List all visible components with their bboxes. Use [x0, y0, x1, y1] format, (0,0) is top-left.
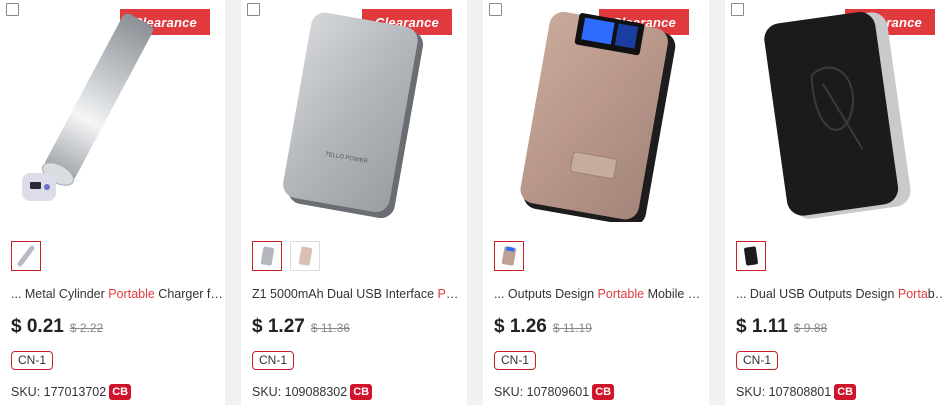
cb-badge: CB	[592, 384, 615, 400]
warehouse-tag: CN-1	[736, 351, 779, 370]
color-thumbnail[interactable]	[11, 241, 41, 271]
color-thumbnail[interactable]	[494, 241, 524, 271]
sku-text: SKU: 107809601	[494, 385, 590, 399]
product-card[interactable]: Clearance TELLO POWER Z1 5000mAh Dual US…	[241, 0, 467, 405]
color-thumbnail[interactable]	[252, 241, 282, 271]
sku-text: SKU: 109088302	[252, 385, 348, 399]
original-price: $ 2.22	[69, 321, 104, 335]
product-title[interactable]: ... Outputs Design Portable Mobile Power…	[494, 287, 706, 301]
product-image[interactable]	[0, 12, 225, 222]
product-card[interactable]: Clearance ... Dual USB Outputs Design Po…	[725, 0, 944, 405]
product-card[interactable]: Clearance ... Outputs Design Portable Mo…	[483, 0, 709, 405]
color-thumbnail[interactable]	[290, 241, 320, 271]
current-price: $ 1.11	[736, 316, 788, 337]
product-title[interactable]: ... Metal Cylinder Portable Charger for …	[11, 287, 223, 301]
sku-line: SKU: 109088302 CB	[252, 384, 373, 400]
product-image[interactable]	[483, 12, 709, 222]
sku-line: SKU: 107808801 CB	[736, 384, 857, 400]
current-price: $ 1.26	[494, 316, 547, 337]
product-image[interactable]: TELLO POWER	[241, 12, 467, 222]
sku-text: SKU: 107808801	[736, 385, 832, 399]
sku-line: SKU: 177013702 CB	[11, 384, 132, 400]
current-price: $ 0.21	[11, 316, 64, 337]
warehouse-tag: CN-1	[252, 351, 295, 370]
original-price: $ 11.36	[310, 321, 350, 335]
cb-badge: CB	[109, 384, 132, 400]
cb-badge: CB	[350, 384, 373, 400]
product-card[interactable]: Clearance ... Metal Cylinder Portable Ch…	[0, 0, 225, 405]
product-title[interactable]: Z1 5000mAh Dual USB Interface Portable P…	[252, 287, 464, 301]
product-image[interactable]	[725, 12, 944, 222]
product-title[interactable]: ... Dual USB Outputs Design Portable Pow…	[736, 287, 944, 301]
sku-text: SKU: 177013702	[11, 385, 107, 399]
color-thumbnail[interactable]	[736, 241, 766, 271]
cb-badge: CB	[834, 384, 857, 400]
current-price: $ 1.27	[252, 316, 305, 337]
original-price: $ 11.19	[552, 321, 592, 335]
warehouse-tag: CN-1	[494, 351, 537, 370]
sku-line: SKU: 107809601 CB	[494, 384, 615, 400]
original-price: $ 9.88	[793, 321, 828, 335]
warehouse-tag: CN-1	[11, 351, 54, 370]
